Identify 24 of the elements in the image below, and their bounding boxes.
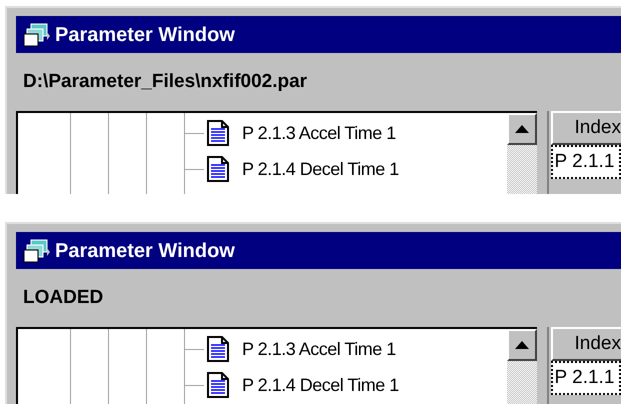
column-header[interactable]: Index — [550, 327, 621, 361]
tree-item[interactable]: P 2.1.3 Accel Time 1 — [206, 334, 396, 364]
document-icon — [206, 120, 230, 146]
scroll-up-button[interactable] — [506, 329, 537, 361]
table-cell[interactable]: P 2.1.1 — [550, 145, 621, 179]
up-arrow-icon — [514, 125, 529, 133]
window-icon — [23, 22, 51, 48]
window-title: Parameter Window — [55, 22, 235, 48]
window-title: Parameter Window — [55, 238, 235, 264]
tree-item[interactable]: P 2.1.4 Decel Time 1 — [206, 154, 399, 184]
scrollbar[interactable] — [506, 113, 537, 194]
tree-item[interactable]: P 2.1.3 Accel Time 1 — [206, 118, 396, 148]
document-icon — [206, 372, 230, 398]
column-header[interactable]: Index — [550, 111, 621, 145]
status-text: LOADED — [23, 286, 104, 310]
document-icon — [206, 336, 230, 362]
tree-item[interactable]: P 2.1.4 Decel Time 1 — [206, 370, 399, 400]
table-cell[interactable]: P 2.1.1 — [550, 361, 621, 395]
scrollbar[interactable] — [506, 329, 537, 404]
window-icon — [23, 238, 51, 264]
document-icon — [206, 156, 230, 182]
scroll-up-button[interactable] — [506, 113, 537, 145]
status-text: D:\Parameter_Files\nxfif002.par — [23, 70, 308, 94]
up-arrow-icon — [514, 341, 529, 349]
